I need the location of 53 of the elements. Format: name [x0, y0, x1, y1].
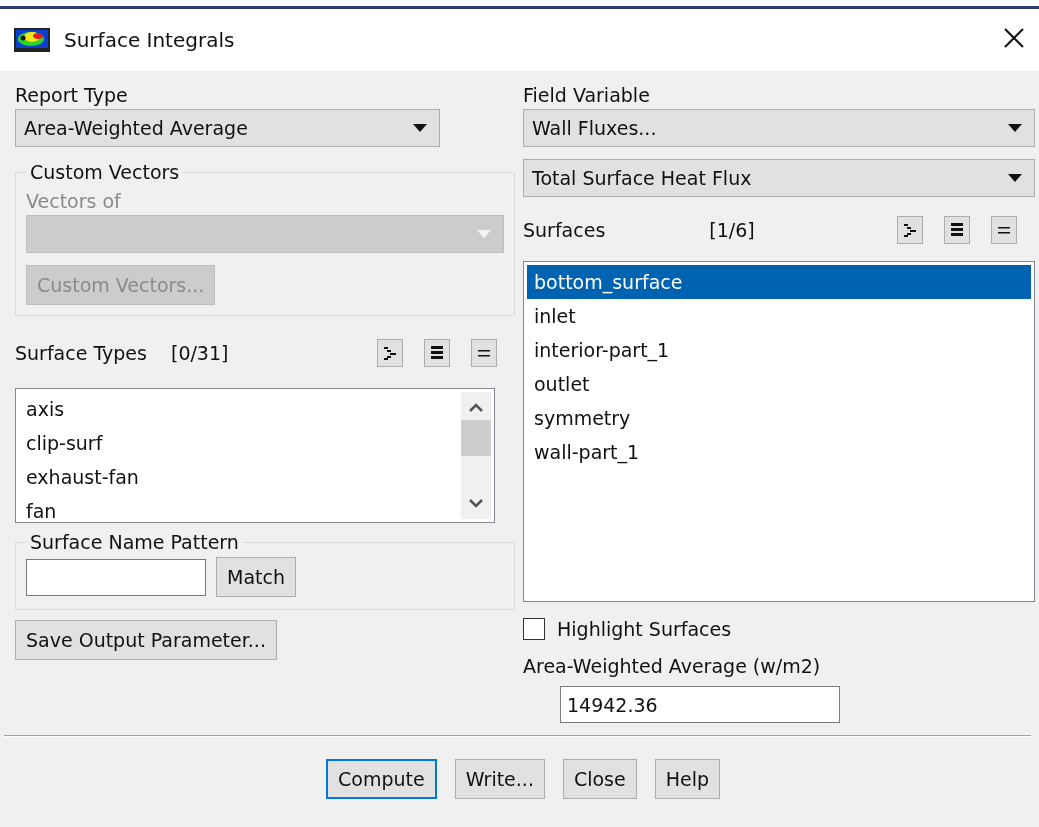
list-label: Surfaces — [523, 219, 606, 241]
list-item[interactable]: axis — [19, 392, 461, 426]
list-item[interactable]: clip-surf — [19, 426, 461, 460]
list-item[interactable]: fan — [19, 494, 461, 519]
list-item[interactable]: inlet — [527, 299, 1031, 333]
list-item[interactable]: interior-part_1 — [527, 333, 1031, 367]
field-category-dropdown[interactable]: Wall Fluxes... — [523, 109, 1035, 147]
field-variable-dropdown[interactable]: Total Surface Heat Flux — [523, 159, 1035, 197]
field-label: Area-Weighted Average (w/m2) — [523, 654, 822, 679]
dialog-button[interactable]: Write... — [454, 759, 545, 799]
list-item[interactable]: wall-part_1 — [527, 435, 1031, 469]
bars-icon — [430, 345, 444, 361]
field-label: Field Variable — [523, 83, 651, 108]
dialog-button[interactable]: Help — [654, 759, 720, 799]
select-all-button[interactable] — [424, 339, 450, 367]
field-label: Vectors of — [26, 189, 122, 214]
caret-icon — [413, 124, 427, 132]
deselect-all-button[interactable] — [991, 216, 1017, 244]
window-title: Surface Integrals — [64, 28, 236, 52]
select-tree-button[interactable] — [897, 216, 923, 244]
list-item[interactable]: bottom_surface — [527, 265, 1031, 299]
close-icon — [1003, 27, 1025, 49]
report-type-dropdown[interactable]: Area-Weighted Average — [15, 109, 440, 147]
checkbox[interactable] — [523, 618, 545, 640]
match-button[interactable]: Match — [216, 557, 296, 597]
list-label: Surface Types — [15, 342, 147, 364]
tree-icon — [903, 222, 917, 238]
tree-icon — [383, 345, 397, 361]
deselect-all-button[interactable] — [471, 339, 497, 367]
save-output-parameter-button[interactable]: Save Output Parameter... — [15, 620, 277, 660]
group-title: Custom Vectors — [29, 161, 181, 183]
caret-icon — [1008, 124, 1022, 132]
caret-icon — [1008, 174, 1022, 182]
scrollbar[interactable] — [461, 392, 491, 519]
selection-count: [1/6] — [709, 219, 755, 241]
app-icon — [14, 28, 50, 52]
scroll-down-icon[interactable] — [468, 499, 484, 509]
caret-icon — [477, 230, 491, 238]
dialog-button[interactable]: Close — [562, 759, 637, 799]
list-item[interactable]: symmetry — [527, 401, 1031, 435]
result-field[interactable]: 14942.36 — [560, 686, 840, 723]
list-item[interactable]: outlet — [527, 367, 1031, 401]
pattern-input[interactable] — [26, 558, 206, 596]
selection-count: [0/31] — [170, 342, 229, 364]
checkbox-label: Highlight Surfaces — [557, 618, 732, 640]
select-all-button[interactable] — [944, 216, 970, 244]
dialog-button[interactable]: Compute — [326, 759, 437, 799]
group-title: Surface Name Pattern — [29, 531, 240, 553]
select-tree-button[interactable] — [377, 339, 403, 367]
list-item[interactable]: exhaust-fan — [19, 460, 461, 494]
bars-icon — [950, 222, 964, 238]
field-label: Report Type — [15, 83, 129, 108]
scroll-up-icon[interactable] — [468, 402, 484, 412]
